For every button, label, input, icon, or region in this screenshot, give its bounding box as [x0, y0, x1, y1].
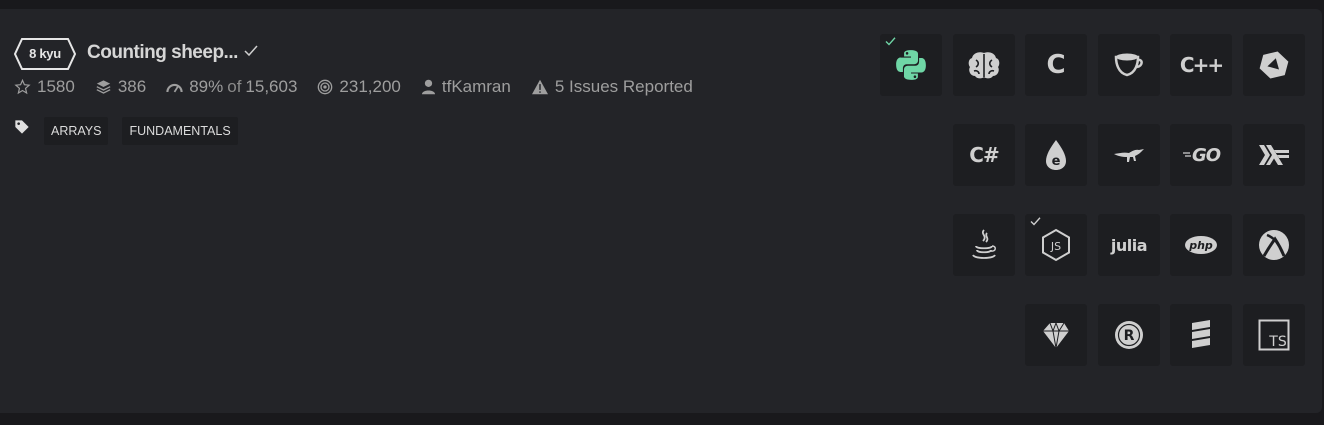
- language-elm[interactable]: [1098, 124, 1160, 186]
- warning-icon: [531, 79, 548, 95]
- language-scala[interactable]: [1170, 304, 1232, 366]
- author-name: tfKamran: [441, 77, 511, 96]
- java-cup-icon: [972, 229, 996, 259]
- completed-check-icon: [244, 45, 258, 57]
- scala-icon: [1192, 320, 1210, 348]
- language-crystal[interactable]: [1243, 34, 1305, 96]
- language-go[interactable]: GO: [1170, 124, 1232, 186]
- kata-card: 8 kyu Counting sheep... 1580 386 89% of …: [0, 9, 1322, 413]
- completed-check-icon: [885, 37, 896, 46]
- language-racket[interactable]: [1243, 214, 1305, 276]
- stars-stat[interactable]: 1580: [14, 77, 75, 97]
- target-icon: [318, 79, 333, 95]
- layers-icon: [96, 80, 111, 94]
- user-icon: [421, 79, 435, 95]
- tag-icon: [15, 120, 29, 134]
- rank-label: 8 kyu: [29, 46, 61, 61]
- go-speedlines-icon: [1182, 152, 1191, 157]
- language-julia[interactable]: julia: [1098, 214, 1160, 276]
- language-c[interactable]: C: [1025, 34, 1087, 96]
- language-javascript[interactable]: JS: [1025, 214, 1087, 276]
- elixir-label: e: [1052, 154, 1061, 169]
- julia-icon: julia: [1110, 235, 1148, 255]
- c-icon: C: [1046, 50, 1066, 80]
- star-icon: [14, 79, 31, 95]
- completed-count: 231,200: [339, 77, 401, 96]
- nodejs-hexagon-icon: JS: [1042, 228, 1070, 262]
- issues-label: 5 Issues Reported: [554, 77, 693, 96]
- php-icon: php: [1185, 236, 1217, 254]
- language-python[interactable]: [880, 34, 942, 96]
- go-icon: GO: [1191, 144, 1221, 166]
- issues-stat[interactable]: 5 Issues Reported: [531, 77, 693, 97]
- collections-stat[interactable]: 386: [95, 77, 146, 97]
- satisfaction-of: of: [227, 77, 242, 96]
- php-label: php: [1188, 239, 1213, 252]
- haskell-icon: [1259, 145, 1289, 165]
- tag-arrays[interactable]: ARRAYS: [44, 117, 109, 145]
- elixir-drop-icon: e: [1046, 140, 1066, 170]
- language-cpp[interactable]: C++: [1170, 34, 1232, 96]
- language-elixir[interactable]: e: [1025, 124, 1087, 186]
- cpp-icon: C++: [1179, 53, 1224, 77]
- language-brainfuck[interactable]: [953, 34, 1015, 96]
- votes-count: 15,603: [245, 77, 298, 96]
- author-stat[interactable]: tfKamran: [421, 77, 511, 97]
- coffee-cup-icon: [1114, 53, 1143, 77]
- language-java[interactable]: [953, 214, 1015, 276]
- completed-stat: 231,200: [317, 77, 401, 97]
- satisfaction-stat: 89% of 15,603: [166, 77, 297, 97]
- rust-gear-icon: R: [1115, 321, 1143, 349]
- js-label: JS: [1050, 240, 1061, 253]
- language-haskell[interactable]: [1243, 124, 1305, 186]
- gauge-icon: [166, 83, 183, 93]
- rust-label: R: [1124, 328, 1135, 344]
- completed-check-icon: [1030, 217, 1041, 226]
- csharp-icon: C#: [969, 143, 999, 167]
- rank-badge: 8 kyu: [14, 38, 76, 70]
- typescript-icon: TS: [1258, 319, 1290, 351]
- racket-icon: [1259, 230, 1289, 260]
- language-rust[interactable]: R: [1098, 304, 1160, 366]
- language-php[interactable]: php: [1170, 214, 1232, 276]
- ruby-gem-icon: [1043, 321, 1069, 349]
- language-coffeescript[interactable]: [1098, 34, 1160, 96]
- brain-icon: [968, 52, 1000, 79]
- python-icon: [896, 50, 926, 80]
- language-typescript[interactable]: TS: [1243, 304, 1305, 366]
- tag-list: ARRAYS FUNDAMENTALS: [14, 117, 252, 145]
- tag-fundamentals[interactable]: FUNDAMENTALS: [122, 117, 238, 145]
- kata-stats: 1580 386 89% of 15,603 231,200 tfKamran …: [14, 76, 713, 98]
- satisfaction-percent: 89%: [189, 77, 224, 96]
- crystal-icon: [1259, 51, 1289, 79]
- kata-title[interactable]: Counting sheep...: [87, 42, 238, 64]
- ts-label: TS: [1268, 334, 1287, 350]
- collections-count: 386: [117, 77, 147, 96]
- language-ruby[interactable]: [1025, 304, 1087, 366]
- language-csharp[interactable]: C#: [953, 124, 1015, 186]
- raptor-icon: [1114, 149, 1144, 162]
- stars-count: 1580: [37, 77, 75, 96]
